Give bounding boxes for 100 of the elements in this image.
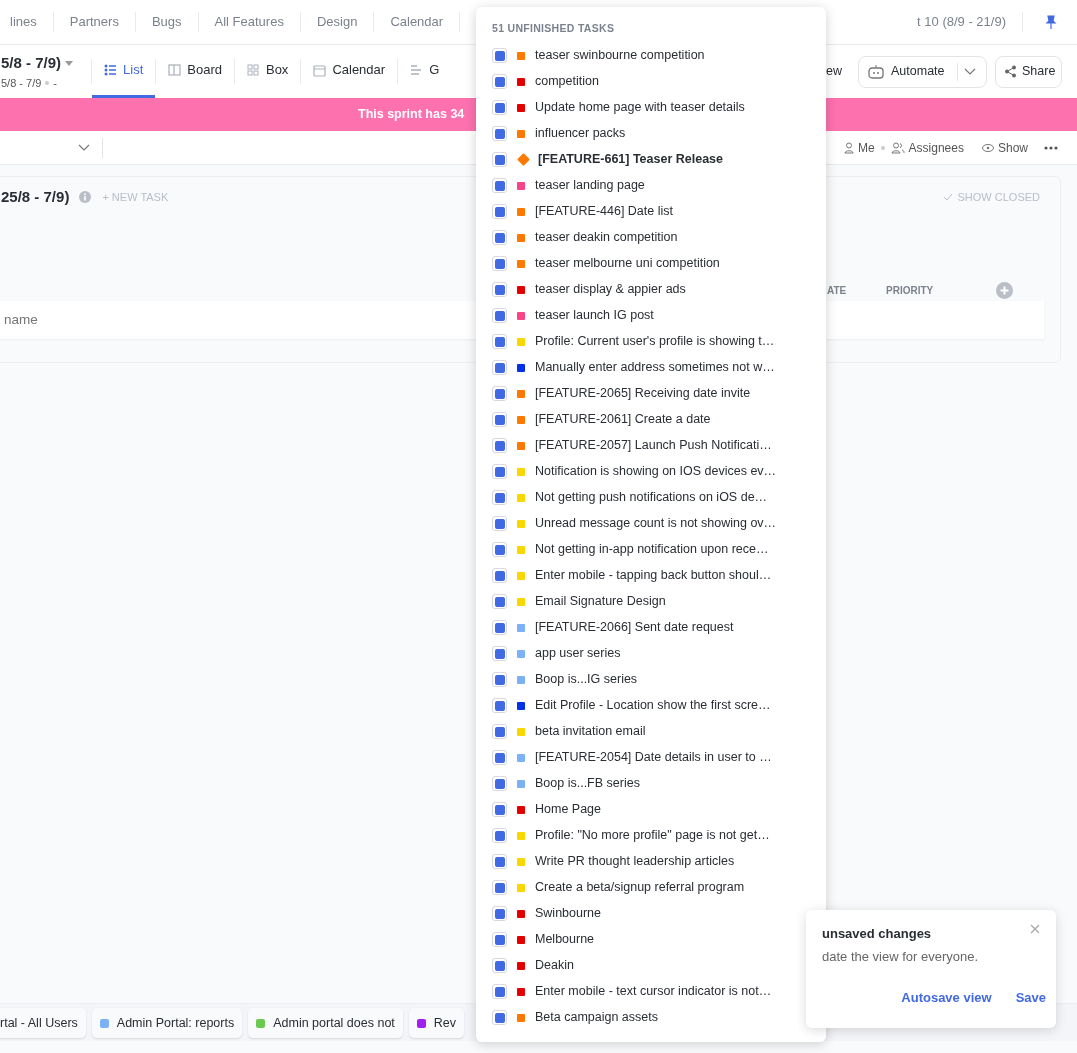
task-name[interactable]: [FEATURE-2066] Sent date request xyxy=(535,618,734,638)
task-name[interactable]: Manually enter address sometimes not w… xyxy=(535,358,775,378)
tray-tab[interactable]: Admin portal does not xyxy=(248,1008,403,1038)
task-name[interactable]: teaser display & appier ads xyxy=(535,280,686,300)
view-tab[interactable]: Board xyxy=(156,45,234,98)
more-icon[interactable] xyxy=(1044,145,1058,150)
task-checkbox[interactable] xyxy=(492,438,507,454)
task-name[interactable]: Not getting in-app notification upon rece… xyxy=(535,540,769,560)
task-checkbox[interactable] xyxy=(492,880,507,896)
task-checkbox[interactable] xyxy=(492,360,507,376)
pin-icon[interactable] xyxy=(1045,15,1057,29)
task-checkbox[interactable] xyxy=(492,100,507,116)
task-checkbox[interactable] xyxy=(492,984,507,1000)
task-checkbox[interactable] xyxy=(492,230,507,246)
task-name[interactable]: Update home page with teaser details xyxy=(535,98,745,118)
nav-tab[interactable]: Calendar xyxy=(374,12,461,32)
task-name[interactable]: competition xyxy=(535,72,599,92)
chevron-icon[interactable] xyxy=(78,143,90,152)
tray-tab[interactable]: Admin Portal: reports xyxy=(91,1008,243,1038)
view-tab[interactable]: Box xyxy=(234,45,301,98)
task-name[interactable]: Melbourne xyxy=(535,930,595,950)
task-checkbox[interactable] xyxy=(492,256,507,272)
task-name[interactable]: Home Page xyxy=(535,800,601,820)
task-name[interactable]: Enter mobile - text cursor indicator is not… xyxy=(535,982,772,1002)
task-name[interactable]: Create a beta/signup referral program xyxy=(535,878,745,898)
toast-action[interactable]: Autosave view xyxy=(901,988,992,1008)
tray-tab[interactable]: Rev xyxy=(408,1008,465,1038)
task-checkbox[interactable] xyxy=(492,126,507,142)
task-name[interactable]: Deakin xyxy=(535,956,574,976)
task-checkbox[interactable] xyxy=(492,412,507,428)
task-checkbox[interactable] xyxy=(492,308,507,324)
task-name[interactable]: Enter mobile - tapping back button shoul… xyxy=(535,566,772,586)
task-checkbox[interactable] xyxy=(492,828,507,844)
task-name[interactable]: Swinbourne xyxy=(535,904,601,924)
toast-action[interactable]: Save xyxy=(1015,988,1046,1008)
nav-tab[interactable]: Bugs xyxy=(135,12,199,32)
task-checkbox[interactable] xyxy=(492,906,507,922)
task-name[interactable]: Write PR thought leadership articles xyxy=(535,852,735,872)
task-checkbox[interactable] xyxy=(492,1010,507,1026)
task-name[interactable]: Email Signature Design xyxy=(535,592,666,612)
show-button[interactable]: Show xyxy=(981,138,1028,157)
assignees-filter[interactable]: Assignees xyxy=(890,138,964,157)
task-name[interactable]: Boop is...IG series xyxy=(535,670,638,690)
task-checkbox[interactable] xyxy=(492,74,507,90)
task-checkbox[interactable] xyxy=(492,594,507,610)
task-checkbox[interactable] xyxy=(492,464,507,480)
task-name[interactable]: app user series xyxy=(535,644,621,664)
nav-tab[interactable]: Design xyxy=(300,12,375,32)
view-tab[interactable]: G xyxy=(398,45,452,98)
task-checkbox[interactable] xyxy=(492,490,507,506)
task-checkbox[interactable] xyxy=(492,542,507,558)
task-checkbox[interactable] xyxy=(492,152,507,168)
nav-tab[interactable]: lines xyxy=(0,12,54,32)
task-checkbox[interactable] xyxy=(492,568,507,584)
task-name[interactable]: [FEATURE-661] Teaser Release xyxy=(538,150,724,170)
task-name[interactable]: [FEATURE-2061] Create a date xyxy=(535,410,711,430)
task-name[interactable]: Notification is showing on IOS devices ev… xyxy=(535,462,777,482)
task-checkbox[interactable] xyxy=(492,932,507,948)
caret-icon[interactable] xyxy=(65,60,74,66)
task-checkbox[interactable] xyxy=(492,776,507,792)
task-checkbox[interactable] xyxy=(492,516,507,532)
task-name[interactable]: [FEATURE-446] Date list xyxy=(535,202,673,222)
task-checkbox[interactable] xyxy=(492,672,507,688)
task-checkbox[interactable] xyxy=(492,854,507,870)
task-checkbox[interactable] xyxy=(492,48,507,64)
automate-button[interactable]: Automate xyxy=(858,55,987,88)
task-name[interactable]: teaser launch IG post xyxy=(535,306,654,326)
task-name[interactable]: Not getting push notifications on iOS de… xyxy=(535,488,768,508)
task-name[interactable]: beta invitation email xyxy=(535,722,646,742)
task-checkbox[interactable] xyxy=(492,620,507,636)
tray-tab[interactable]: rtal - All Users xyxy=(0,1008,86,1038)
nav-tab[interactable]: t 10 (8/9 - 21/9) xyxy=(901,12,1023,32)
task-checkbox[interactable] xyxy=(492,724,507,740)
task-name[interactable]: Unread message count is not showing ov… xyxy=(535,514,777,534)
share-button[interactable]: Share xyxy=(995,55,1062,88)
task-name[interactable]: teaser melbourne uni competition xyxy=(535,254,720,274)
task-name[interactable]: Profile: "No more profile" page is not get… xyxy=(535,826,770,846)
task-checkbox[interactable] xyxy=(492,204,507,220)
task-name[interactable]: [FEATURE-2057] Launch Push Notificati… xyxy=(535,436,772,456)
task-name[interactable]: [FEATURE-2054] Date details in user to … xyxy=(535,748,772,768)
task-checkbox[interactable] xyxy=(492,386,507,402)
task-checkbox[interactable] xyxy=(492,178,507,194)
task-name[interactable]: teaser swinbourne competition xyxy=(535,46,705,66)
task-checkbox[interactable] xyxy=(492,334,507,350)
task-name[interactable]: teaser deakin competition xyxy=(535,228,678,248)
task-name[interactable]: Boop is...FB series xyxy=(535,774,640,794)
task-name[interactable]: influencer packs xyxy=(535,124,626,144)
task-name[interactable]: teaser landing page xyxy=(535,176,645,196)
view-tab[interactable]: Calendar xyxy=(301,45,398,98)
task-checkbox[interactable] xyxy=(492,750,507,766)
task-checkbox[interactable] xyxy=(492,282,507,298)
me-filter[interactable]: Me xyxy=(843,138,875,157)
task-checkbox[interactable] xyxy=(492,802,507,818)
task-name[interactable]: [FEATURE-2065] Receiving date invite xyxy=(535,384,751,404)
task-checkbox[interactable] xyxy=(492,958,507,974)
nav-tab[interactable]: Partners xyxy=(53,12,136,32)
view-button[interactable]: ew xyxy=(826,62,842,81)
task-checkbox[interactable] xyxy=(492,646,507,662)
nav-tab[interactable]: All Features xyxy=(198,12,301,32)
task-checkbox[interactable] xyxy=(492,698,507,714)
